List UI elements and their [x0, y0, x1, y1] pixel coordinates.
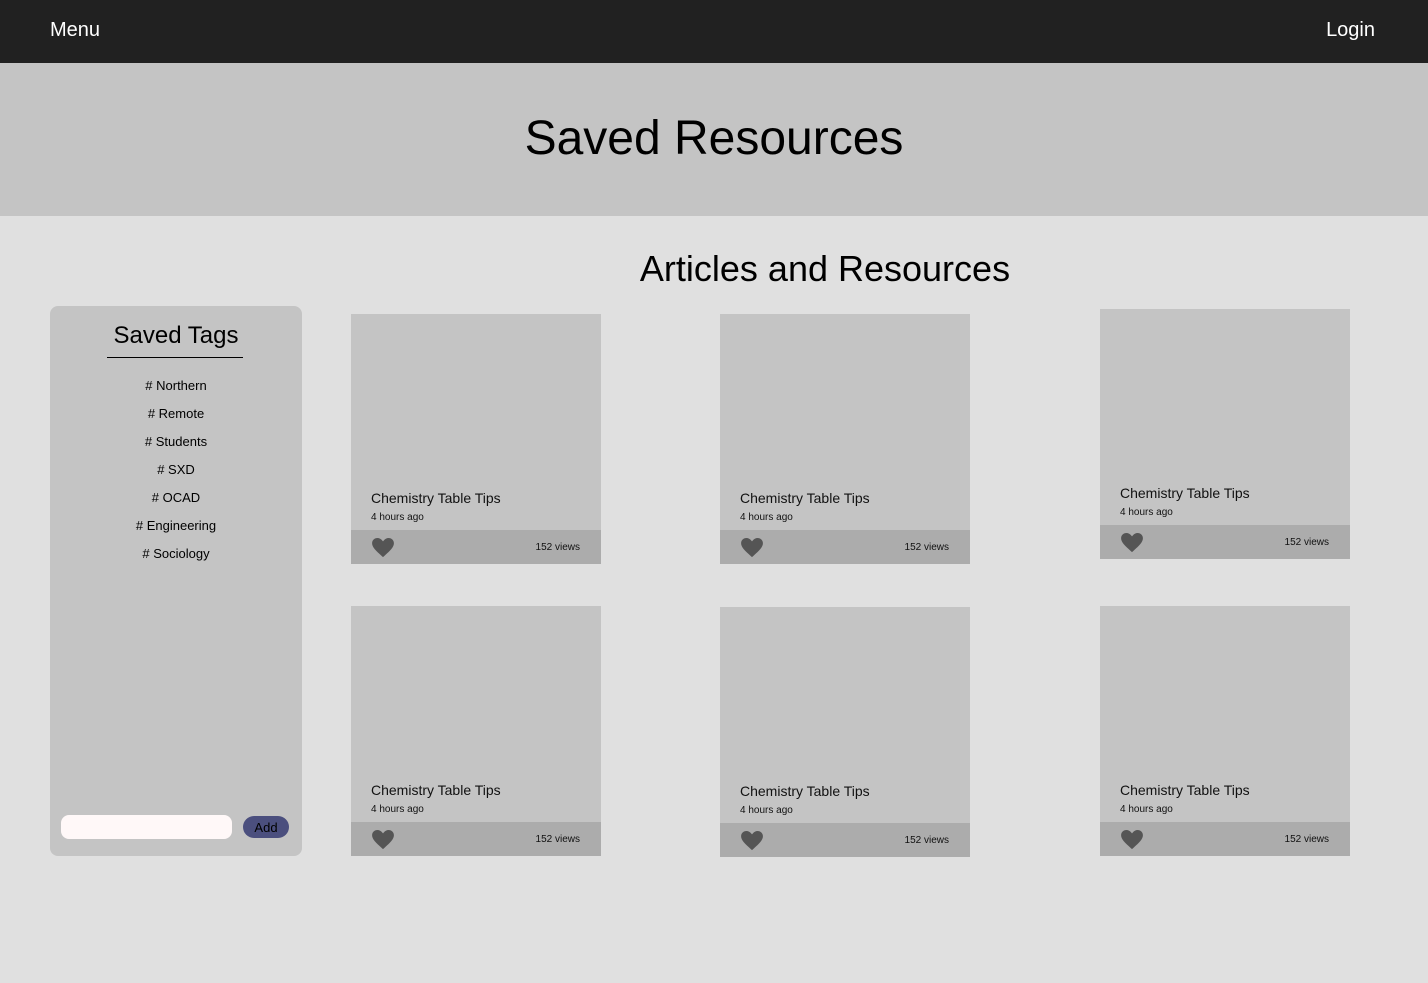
top-nav-bar: Menu Login: [0, 0, 1428, 63]
card-timestamp: 4 hours ago: [371, 512, 424, 523]
heart-icon[interactable]: [372, 538, 394, 558]
resource-card[interactable]: Chemistry Table Tips 4 hours ago 152 vie…: [351, 314, 601, 564]
resource-card[interactable]: Chemistry Table Tips 4 hours ago 152 vie…: [1100, 309, 1350, 559]
card-views: 152 views: [904, 542, 949, 553]
card-title: Chemistry Table Tips: [1120, 485, 1250, 501]
new-tag-input[interactable]: [61, 815, 232, 839]
card-title: Chemistry Table Tips: [371, 490, 501, 506]
tag-item[interactable]: # OCAD: [50, 490, 302, 518]
saved-tags-panel: Saved Tags # Northern # Remote # Student…: [50, 306, 302, 856]
tag-item[interactable]: # SXD: [50, 462, 302, 490]
resource-card[interactable]: Chemistry Table Tips 4 hours ago 152 vie…: [351, 606, 601, 856]
title-divider: [107, 357, 243, 358]
card-title: Chemistry Table Tips: [740, 490, 870, 506]
heart-icon[interactable]: [741, 831, 763, 851]
resource-card[interactable]: Chemistry Table Tips 4 hours ago 152 vie…: [1100, 606, 1350, 856]
card-timestamp: 4 hours ago: [1120, 507, 1173, 518]
card-timestamp: 4 hours ago: [371, 804, 424, 815]
resource-card[interactable]: Chemistry Table Tips 4 hours ago 152 vie…: [720, 314, 970, 564]
add-tag-button[interactable]: Add: [243, 816, 289, 838]
card-views: 152 views: [1284, 537, 1329, 548]
tag-item[interactable]: # Students: [50, 434, 302, 462]
tag-item[interactable]: # Engineering: [50, 518, 302, 546]
tag-item[interactable]: # Northern: [50, 378, 302, 406]
menu-button[interactable]: Menu: [50, 19, 100, 42]
saved-tags-title: Saved Tags: [113, 322, 239, 349]
card-footer: 152 views: [1100, 525, 1350, 559]
card-views: 152 views: [535, 542, 580, 553]
card-title: Chemistry Table Tips: [1120, 782, 1250, 798]
heart-icon[interactable]: [1121, 533, 1143, 553]
card-title: Chemistry Table Tips: [740, 783, 870, 799]
card-footer: 152 views: [720, 823, 970, 857]
page-title: Saved Resources: [524, 112, 904, 165]
resource-card[interactable]: Chemistry Table Tips 4 hours ago 152 vie…: [720, 607, 970, 857]
card-timestamp: 4 hours ago: [740, 512, 793, 523]
hero-banner: Saved Resources: [0, 63, 1428, 216]
heart-icon[interactable]: [1121, 830, 1143, 850]
card-views: 152 views: [1284, 834, 1329, 845]
tag-list: # Northern # Remote # Students # SXD # O…: [50, 378, 302, 574]
card-footer: 152 views: [1100, 822, 1350, 856]
card-footer: 152 views: [720, 530, 970, 564]
card-footer: 152 views: [351, 530, 601, 564]
section-title: Articles and Resources: [639, 248, 1011, 289]
card-timestamp: 4 hours ago: [740, 805, 793, 816]
tag-item[interactable]: # Remote: [50, 406, 302, 434]
tag-item[interactable]: # Sociology: [50, 546, 302, 574]
heart-icon[interactable]: [741, 538, 763, 558]
card-views: 152 views: [535, 834, 580, 845]
card-views: 152 views: [904, 835, 949, 846]
card-timestamp: 4 hours ago: [1120, 804, 1173, 815]
card-footer: 152 views: [351, 822, 601, 856]
login-button[interactable]: Login: [1326, 19, 1375, 42]
card-title: Chemistry Table Tips: [371, 782, 501, 798]
heart-icon[interactable]: [372, 830, 394, 850]
